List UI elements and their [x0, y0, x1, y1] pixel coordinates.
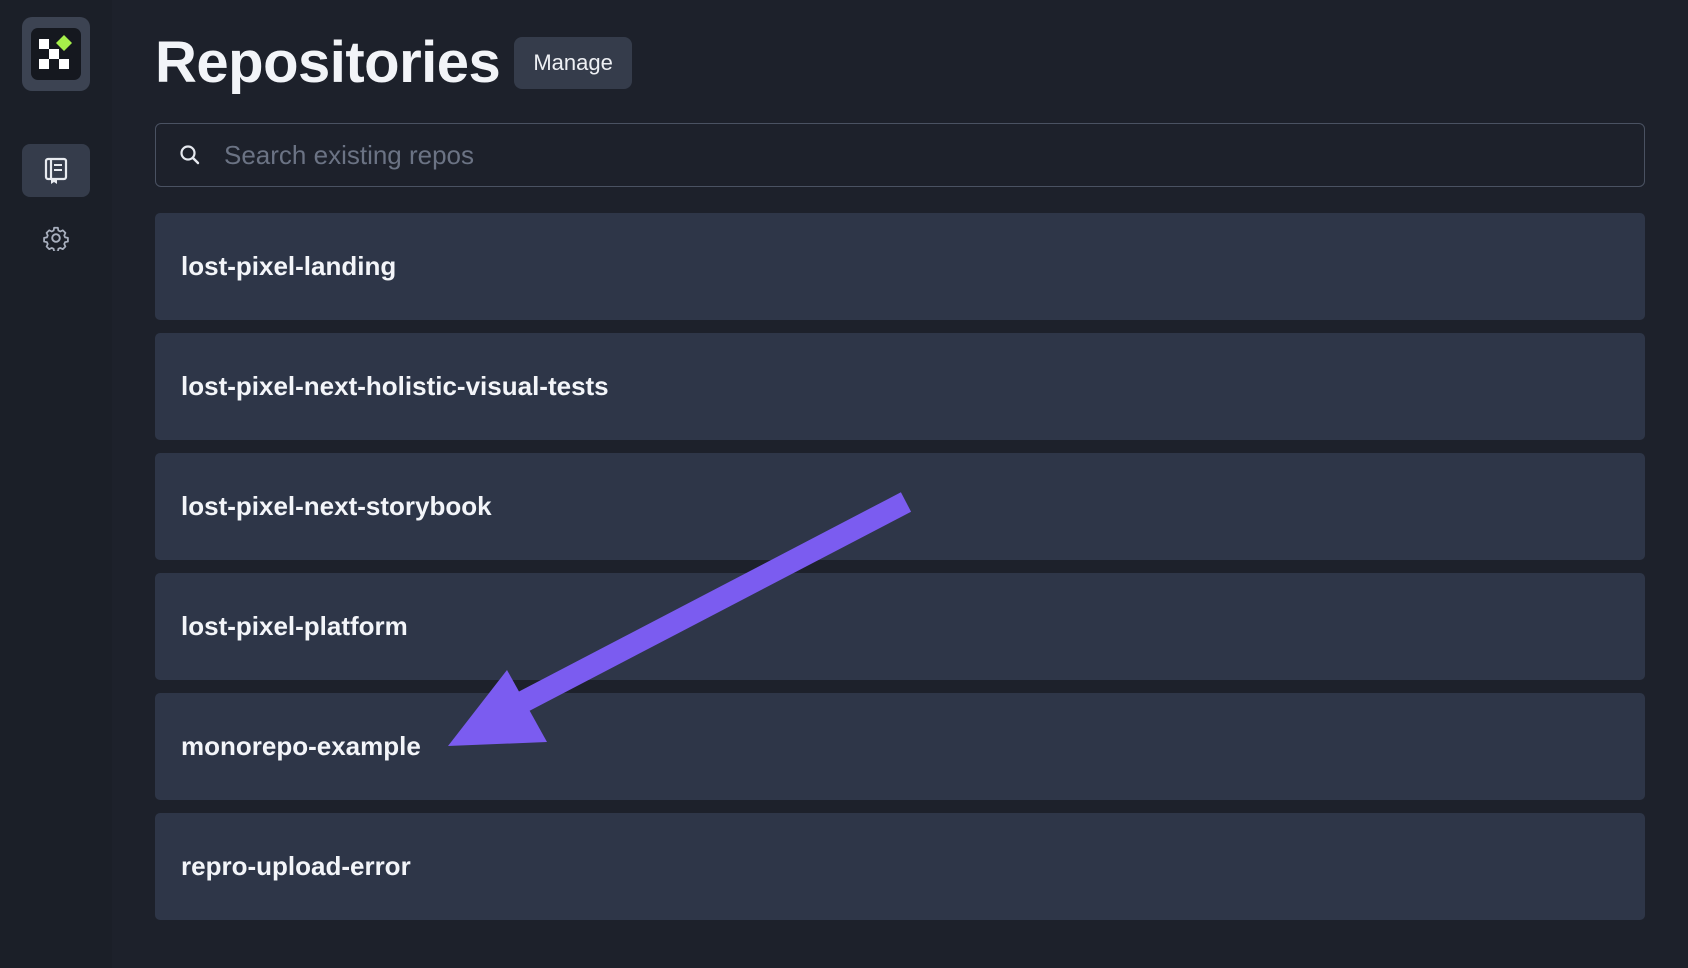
- repo-item-lost-pixel-landing[interactable]: lost-pixel-landing: [155, 213, 1645, 320]
- repo-item-monorepo-example[interactable]: monorepo-example: [155, 693, 1645, 800]
- main-content: Repositories Manage lost-pixel-landing l…: [112, 0, 1688, 968]
- repository-icon: [44, 157, 68, 184]
- sidebar-item-repositories[interactable]: [22, 144, 90, 197]
- repo-list: lost-pixel-landing lost-pixel-next-holis…: [155, 213, 1645, 920]
- search-bar[interactable]: [155, 123, 1645, 187]
- page-title: Repositories: [155, 30, 501, 95]
- page-header: Repositories Manage: [155, 32, 1645, 94]
- repo-name: repro-upload-error: [181, 851, 411, 881]
- logo-mark: [31, 28, 81, 80]
- repo-name: monorepo-example: [181, 731, 421, 761]
- sidebar: [0, 0, 112, 968]
- app-root: Repositories Manage lost-pixel-landing l…: [0, 0, 1688, 968]
- repo-name: lost-pixel-platform: [181, 611, 408, 641]
- sidebar-item-settings[interactable]: [22, 211, 90, 264]
- gear-icon: [43, 226, 69, 251]
- logo-pixel-icon: [39, 35, 72, 69]
- search-icon: [178, 143, 202, 167]
- repo-name: lost-pixel-landing: [181, 251, 397, 281]
- app-logo[interactable]: [22, 17, 90, 91]
- repo-name: lost-pixel-next-storybook: [181, 491, 492, 521]
- repo-item-repro-upload-error[interactable]: repro-upload-error: [155, 813, 1645, 920]
- manage-button[interactable]: Manage: [514, 37, 632, 89]
- repo-item-lost-pixel-next-storybook[interactable]: lost-pixel-next-storybook: [155, 453, 1645, 560]
- repo-item-lost-pixel-next-holistic-visual-tests[interactable]: lost-pixel-next-holistic-visual-tests: [155, 333, 1645, 440]
- repo-name: lost-pixel-next-holistic-visual-tests: [181, 371, 609, 401]
- repo-item-lost-pixel-platform[interactable]: lost-pixel-platform: [155, 573, 1645, 680]
- search-input[interactable]: [222, 124, 1644, 186]
